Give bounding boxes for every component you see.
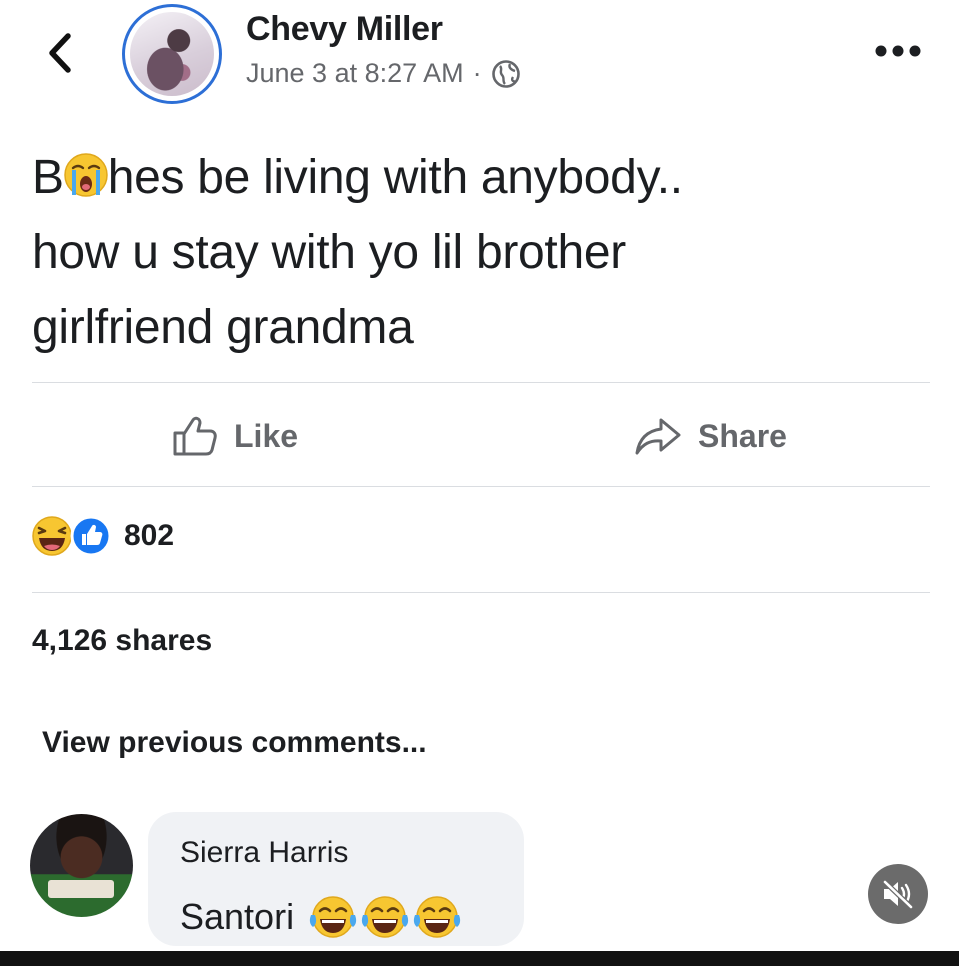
author-avatar-photo bbox=[130, 12, 214, 96]
author-avatar[interactable] bbox=[122, 4, 222, 104]
comment-author-name[interactable]: Sierra Harris bbox=[180, 836, 348, 870]
tears-of-joy-emoji bbox=[309, 896, 357, 938]
laughing-reaction-icon bbox=[32, 516, 72, 556]
tears-of-joy-emoji bbox=[361, 896, 409, 938]
avatar-graphic bbox=[48, 880, 114, 898]
loudly-crying-face-emoji bbox=[63, 153, 108, 197]
meta-separator: · bbox=[472, 58, 482, 88]
post-line-1: B hes be living with anybody.. bbox=[32, 140, 932, 215]
post-meta: June 3 at 8:27 AM · bbox=[246, 58, 521, 89]
view-previous-comments-link[interactable]: View previous comments... bbox=[42, 726, 427, 760]
share-button[interactable]: Share bbox=[634, 408, 787, 464]
tears-of-joy-emojis bbox=[309, 896, 461, 938]
like-reaction-icon bbox=[70, 515, 112, 557]
chevron-left-icon bbox=[49, 33, 71, 73]
back-button[interactable] bbox=[38, 26, 86, 80]
divider bbox=[32, 592, 930, 593]
post-body: B hes be living with anybody.. how u sta… bbox=[32, 140, 932, 365]
share-arrow-icon bbox=[635, 418, 681, 455]
reactions-summary[interactable]: 802 bbox=[30, 514, 174, 558]
post-author-name[interactable]: Chevy Miller bbox=[246, 10, 443, 49]
like-label: Like bbox=[234, 417, 299, 454]
divider bbox=[32, 382, 930, 383]
post-line-3: girlfriend grandma bbox=[32, 301, 414, 354]
post-timestamp[interactable]: June 3 at 8:27 AM bbox=[246, 58, 464, 89]
post-text-segment: hes be living with anybody.. bbox=[107, 151, 683, 204]
reaction-count: 802 bbox=[124, 519, 175, 552]
bottom-bar bbox=[0, 951, 959, 966]
tears-of-joy-emoji bbox=[413, 896, 461, 938]
like-button[interactable]: Like bbox=[172, 408, 298, 464]
reaction-icons bbox=[32, 515, 112, 557]
globe-icon bbox=[491, 59, 520, 88]
mute-toggle-button[interactable] bbox=[868, 864, 928, 924]
post-line-2: how u stay with yo lil brother bbox=[32, 226, 626, 279]
muted-speaker-icon bbox=[883, 880, 913, 909]
commenter-avatar[interactable] bbox=[30, 814, 133, 917]
share-label: Share bbox=[698, 417, 787, 454]
divider bbox=[32, 486, 930, 487]
more-options-button[interactable] bbox=[874, 44, 922, 58]
thumbs-up-icon bbox=[173, 416, 217, 456]
comment-text-content: Santori bbox=[180, 896, 295, 937]
shares-count[interactable]: 4,126 shares bbox=[32, 624, 212, 658]
comment-text: Santori bbox=[180, 893, 464, 941]
post-text-segment: B bbox=[32, 151, 64, 204]
more-options-icon bbox=[875, 45, 921, 57]
